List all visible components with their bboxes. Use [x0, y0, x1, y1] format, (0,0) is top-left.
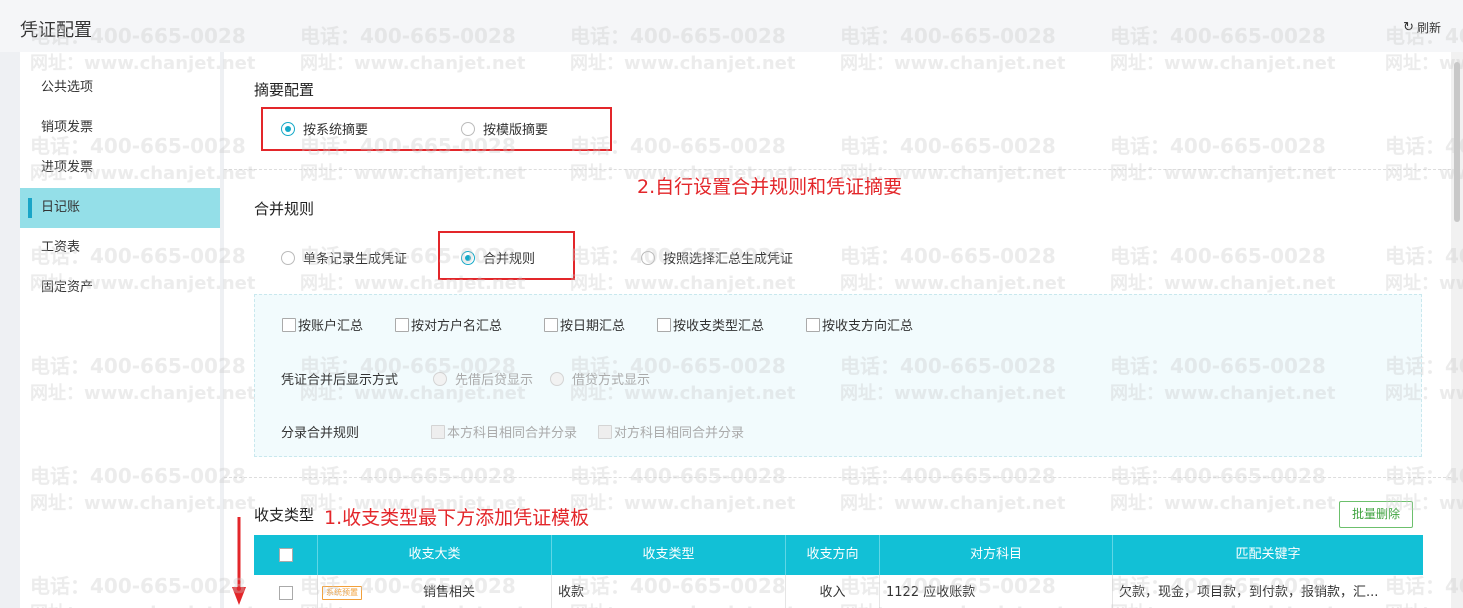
radio-select-summary[interactable]: 按照选择汇总生成凭证	[641, 248, 793, 267]
display-mode-label: 凭证合并后显示方式	[281, 373, 399, 388]
checkbox-icon	[806, 317, 820, 332]
checkbox-icon	[278, 547, 293, 562]
sidebar-item-fixed-assets[interactable]: 固定资产	[20, 268, 220, 308]
radio-unchecked-icon	[433, 371, 447, 386]
check-by-direction[interactable]: 按收支方向汇总	[806, 315, 913, 334]
annotation-add-template: 1.收支类型最下方添加凭证模板	[324, 507, 590, 529]
check-label: 对方科目相同合并分录	[614, 426, 745, 441]
merge-rules-title: 合并规则	[254, 200, 315, 218]
system-preset-badge: 系统预置	[322, 586, 362, 600]
radio-label: 借贷方式显示	[572, 373, 651, 388]
col-account: 对方科目	[880, 535, 1113, 575]
check-label: 按收支方向汇总	[822, 319, 914, 334]
cell-direction: 收入	[786, 575, 880, 608]
scrollbar-thumb[interactable]	[1454, 62, 1460, 222]
table-header: 收支大类 收支类型 收支方向 对方科目 匹配关键字	[254, 535, 1423, 575]
sidebar-item-sales-invoice[interactable]: 销项发票	[20, 108, 220, 148]
radio-unchecked-icon	[281, 250, 295, 265]
cell-keywords: 欠款，现金，项目款，到付款，报销款，汇...	[1119, 585, 1379, 600]
sidebar: 公共选项 销项发票 进项发票 日记账 工资表 固定资产	[20, 52, 220, 608]
page-header: 凭证配置 ↻ 刷新	[0, 0, 1463, 52]
highlight-box-merge	[438, 231, 575, 280]
batch-delete-button[interactable]: 批量删除	[1339, 501, 1413, 528]
radio-debit-first[interactable]: 先借后贷显示	[433, 369, 533, 388]
check-same-counter-account[interactable]: 对方科目相同合并分录	[598, 422, 744, 441]
checkbox-icon	[544, 317, 558, 332]
checkbox-icon	[431, 424, 445, 439]
types-title: 收支类型	[254, 506, 315, 524]
checkbox-icon	[282, 317, 296, 332]
annotation-merge-rules: 2.自行设置合并规则和凭证摘要	[637, 176, 903, 198]
cell-category: 系统预置 销售相关	[318, 575, 552, 608]
row-select[interactable]	[254, 575, 318, 608]
col-direction: 收支方向	[786, 535, 880, 575]
main-content: 摘要配置 按系统摘要 按模版摘要 2.自行设置合并规则和凭证摘要 合并规则 单条…	[224, 52, 1451, 608]
col-type: 收支类型	[552, 535, 786, 575]
radio-debit-credit[interactable]: 借贷方式显示	[550, 369, 650, 388]
check-same-own-account[interactable]: 本方科目相同合并分录	[431, 422, 577, 441]
col-category: 收支大类	[318, 535, 552, 575]
check-by-counterparty[interactable]: 按对方户名汇总	[395, 315, 502, 334]
radio-unchecked-icon	[641, 250, 655, 265]
checkbox-icon	[278, 585, 293, 600]
check-by-type[interactable]: 按收支类型汇总	[657, 315, 764, 334]
merge-options-panel: 按账户汇总 按对方户名汇总 按日期汇总 按收支类型汇总 按收支方向汇总 凭证合并…	[254, 294, 1422, 457]
checkbox-icon	[395, 317, 409, 332]
check-label: 按账户汇总	[298, 319, 364, 334]
checkbox-icon	[657, 317, 671, 332]
entry-merge-label: 分录合并规则	[281, 426, 360, 441]
refresh-button[interactable]: ↻ 刷新	[1403, 19, 1441, 36]
sidebar-item-public[interactable]: 公共选项	[20, 68, 220, 108]
highlight-box-summary	[261, 107, 612, 151]
section-divider	[224, 169, 1451, 170]
sidebar-item-journal[interactable]: 日记账	[20, 188, 220, 228]
header-select-all[interactable]	[254, 535, 318, 575]
table-row[interactable]: 系统预置 销售相关 收款 收入 1122 应收账款 欠款，现金，项目款，到付款，…	[254, 575, 1423, 608]
cell-type: 收款	[552, 575, 786, 608]
radio-label: 单条记录生成凭证	[303, 252, 408, 267]
check-label: 按日期汇总	[560, 319, 626, 334]
check-label: 本方科目相同合并分录	[447, 426, 578, 441]
category-text: 销售相关	[423, 585, 476, 600]
radio-unchecked-icon	[550, 371, 564, 386]
checkbox-icon	[598, 424, 612, 439]
summary-config-title: 摘要配置	[254, 81, 315, 99]
sidebar-item-payroll[interactable]: 工资表	[20, 228, 220, 268]
check-by-account[interactable]: 按账户汇总	[282, 315, 363, 334]
radio-label: 按照选择汇总生成凭证	[663, 252, 794, 267]
vertical-scrollbar[interactable]	[1451, 52, 1463, 608]
radio-label: 先借后贷显示	[455, 373, 534, 388]
check-label: 按收支类型汇总	[673, 319, 765, 334]
page-title: 凭证配置	[20, 20, 92, 41]
down-arrow-icon	[232, 517, 246, 605]
check-label: 按对方户名汇总	[411, 319, 503, 334]
refresh-icon: ↻	[1403, 20, 1414, 35]
refresh-label: 刷新	[1416, 21, 1441, 35]
check-by-date[interactable]: 按日期汇总	[544, 315, 625, 334]
col-keywords: 匹配关键字	[1235, 547, 1301, 562]
cell-account: 1122 应收账款	[880, 575, 1113, 608]
radio-single-record[interactable]: 单条记录生成凭证	[281, 248, 407, 267]
sidebar-item-purchase-invoice[interactable]: 进项发票	[20, 148, 220, 188]
section-divider	[224, 477, 1451, 478]
